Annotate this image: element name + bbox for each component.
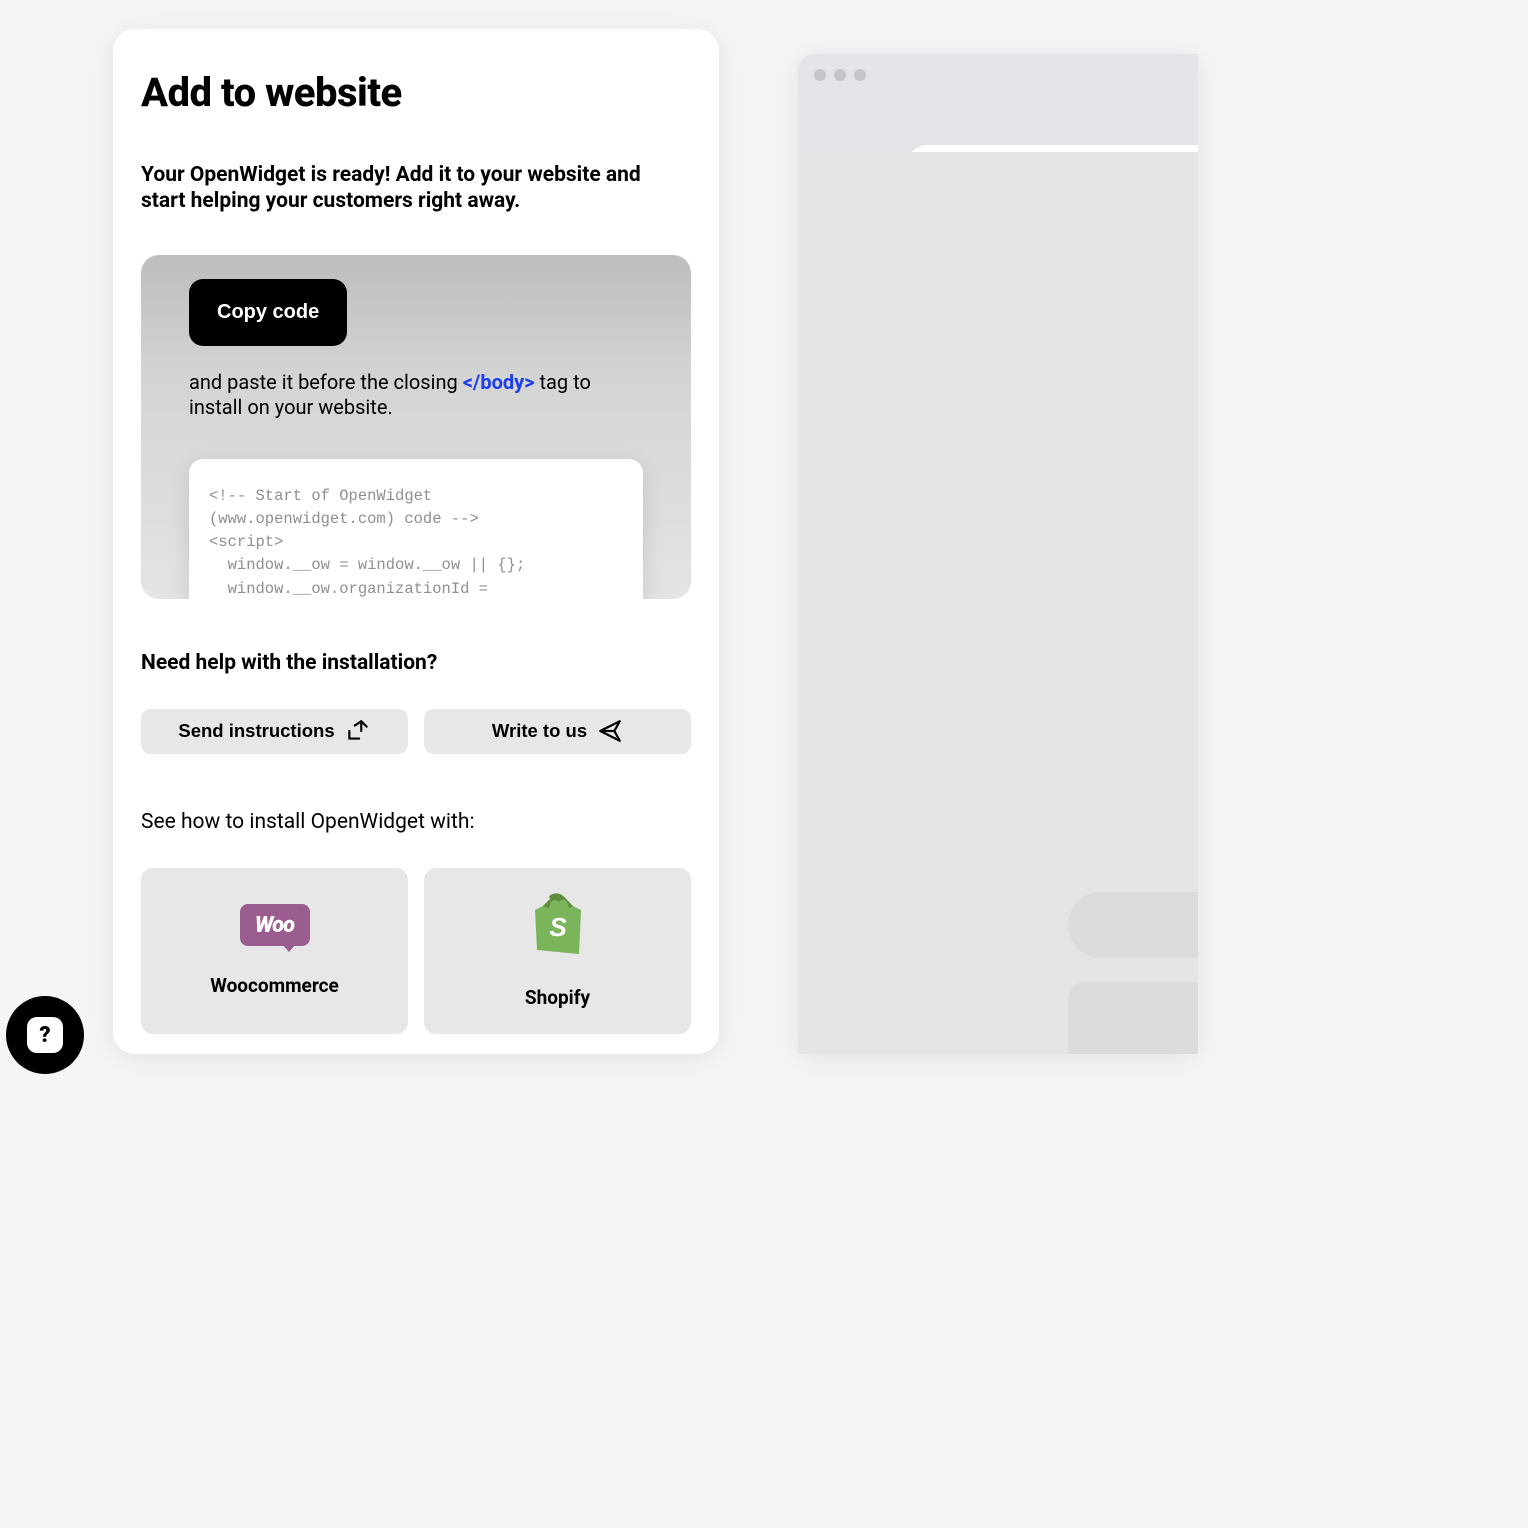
woocommerce-logo-icon: Woo [240, 904, 310, 946]
browser-toolbar [798, 96, 1198, 152]
browser-viewport [798, 152, 1198, 1054]
code-snippet: <!-- Start of OpenWidget (www.openwidget… [189, 459, 643, 599]
woocommerce-logo-text: Woo [255, 913, 294, 938]
help-section-title: Need help with the installation? [141, 651, 691, 675]
write-to-us-label: Write to us [492, 720, 587, 742]
share-icon [345, 718, 371, 744]
copy-code-button[interactable]: Copy code [189, 279, 347, 346]
send-icon [597, 718, 623, 744]
platform-label-shopify: Shopify [525, 986, 590, 1009]
platform-card-shopify[interactable]: S Shopify [424, 868, 691, 1034]
shopify-logo-icon: S [529, 892, 587, 958]
body-tag-highlight: </body> [463, 370, 535, 394]
paste-instruction: and paste it before the closing </body> … [189, 370, 643, 420]
preview-widget-pill [1068, 892, 1198, 958]
platform-label-woocommerce: Woocommerce [210, 974, 339, 997]
browser-preview [798, 54, 1198, 1054]
window-control-dot [834, 69, 846, 81]
page-subtitle: Your OpenWidget is ready! Add it to your… [141, 162, 691, 215]
send-instructions-label: Send instructions [178, 720, 334, 742]
help-icon: ? [27, 1017, 63, 1053]
page-title: Add to website [141, 69, 691, 116]
preview-widget-panel [1068, 982, 1198, 1054]
install-with-text: See how to install OpenWidget with: [141, 810, 691, 834]
help-button-row: Send instructions Write to us [141, 709, 691, 754]
platform-row: Woo Woocommerce S Shopify [141, 868, 691, 1034]
code-install-panel: Copy code and paste it before the closin… [141, 255, 691, 599]
write-to-us-button[interactable]: Write to us [424, 709, 691, 754]
window-control-dot [814, 69, 826, 81]
paste-instruction-prefix: and paste it before the closing [189, 370, 463, 394]
help-launcher-button[interactable]: ? [6, 996, 84, 1074]
svg-text:S: S [549, 912, 567, 942]
send-instructions-button[interactable]: Send instructions [141, 709, 408, 754]
platform-card-woocommerce[interactable]: Woo Woocommerce [141, 868, 408, 1034]
window-control-dot [854, 69, 866, 81]
add-to-website-panel: Add to website Your OpenWidget is ready!… [113, 29, 719, 1054]
browser-titlebar [798, 54, 1198, 96]
